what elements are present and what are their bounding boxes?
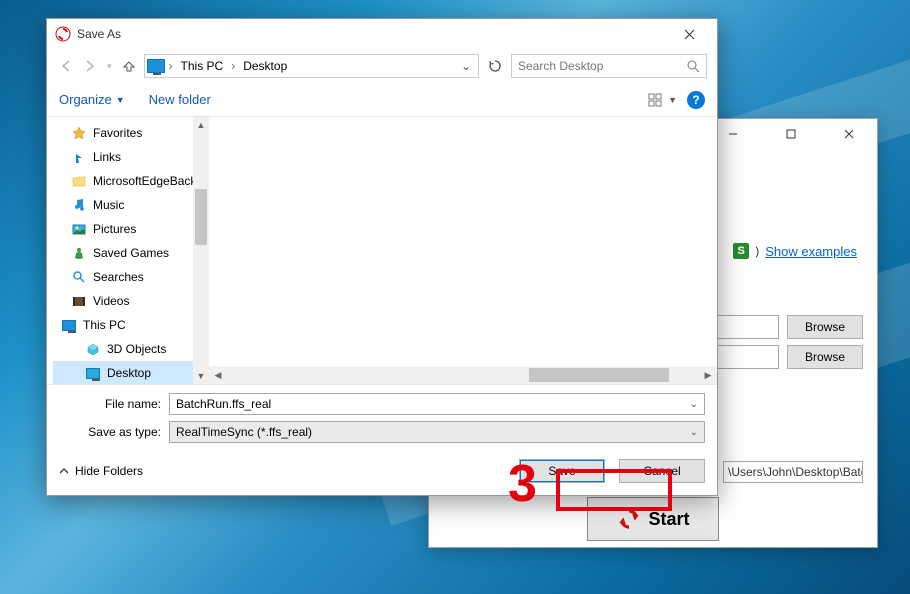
links-icon [71,149,87,165]
browse-button-2[interactable]: Browse [787,345,863,369]
nav-up-button[interactable] [120,57,138,75]
file-list[interactable] [209,117,717,366]
tree-item-links[interactable]: Links [53,145,209,169]
arrow-left-icon [59,59,73,73]
tree-item-favorites[interactable]: Favorites [53,121,209,145]
breadcrumb-chev-icon[interactable]: › [229,59,237,73]
chevron-up-icon [59,466,69,476]
file-list-hscroll[interactable]: ◀ ▶ [209,366,717,384]
nav-forward-button[interactable] [81,57,99,75]
this-pc-icon [61,317,77,333]
scroll-up-icon[interactable]: ▲ [193,117,209,133]
tree-item-label: Favorites [93,126,142,140]
tree-item-label: MicrosoftEdgeBack [93,174,196,188]
3d-objects-icon [85,341,101,357]
examples-icon: S [733,243,749,259]
music-icon [71,197,87,213]
tree-item-savedgames[interactable]: Saved Games [53,241,209,265]
desktop-icon [85,365,101,381]
tree-item-label: 3D Objects [107,342,166,356]
arrow-right-icon [83,59,97,73]
savetype-select[interactable]: RealTimeSync (*.ffs_real) ⌄ [169,421,705,443]
chevron-down-icon: ▼ [116,95,125,105]
search-icon [71,269,87,285]
search-input[interactable]: Search Desktop [511,54,707,78]
chevron-down-icon[interactable]: ▾ [105,61,114,72]
tree-item-searches[interactable]: Searches [53,265,209,289]
search-placeholder: Search Desktop [518,59,603,73]
browse-button-1[interactable]: Browse [787,315,863,339]
start-label: Start [648,509,689,530]
breadcrumb-leaf[interactable]: Desktop [239,59,291,73]
chevron-down-icon[interactable]: ⌄ [690,427,698,438]
tree-item-thispc[interactable]: This PC [53,313,209,337]
tree-item-label: Links [93,150,121,164]
scroll-left-icon[interactable]: ◀ [209,366,227,384]
breadcrumb-root[interactable]: This PC [177,59,228,73]
tree-item-label: Desktop [107,366,151,380]
chevron-down-icon: ▼ [668,95,677,105]
star-icon [71,125,87,141]
hide-folders-toggle[interactable]: Hide Folders [59,464,143,478]
organize-menu[interactable]: Organize ▼ [59,92,125,107]
help-button[interactable]: ? [687,91,705,109]
games-icon [71,245,87,261]
scroll-thumb[interactable] [195,189,207,245]
tree-item-label: Music [93,198,124,212]
this-pc-icon [147,59,165,73]
tree-item-desktop[interactable]: Desktop [53,361,209,384]
pictures-icon [71,221,87,237]
folder-icon [71,173,87,189]
maximize-button[interactable] [769,120,813,148]
address-bar[interactable]: › This PC › Desktop ⌄ [144,54,479,78]
savetype-label: Save as type: [59,425,169,439]
dialog-title: Save As [77,27,121,41]
view-options-button[interactable]: ▼ [648,93,677,107]
search-icon [687,60,700,73]
app-icon [55,26,71,42]
savetype-value: RealTimeSync (*.ffs_real) [176,425,312,439]
nav-back-button[interactable] [57,57,75,75]
view-icon [648,93,666,107]
tree-item-edgeback[interactable]: MicrosoftEdgeBack [53,169,209,193]
tree-item-label: Saved Games [93,246,169,260]
videos-icon [71,293,87,309]
save-as-dialog: Save As ▾ › This PC › Desktop ⌄ [46,18,718,496]
tree-item-3dobjects[interactable]: 3D Objects [53,337,209,361]
tree-item-music[interactable]: Music [53,193,209,217]
tree-item-label: Searches [93,270,144,284]
annotation-highlight [556,469,672,511]
arrow-up-icon [122,59,136,73]
scroll-down-icon[interactable]: ▼ [193,368,209,384]
chevron-down-icon[interactable]: ⌄ [690,399,698,410]
tree-item-label: This PC [83,318,126,332]
show-examples-link[interactable]: Show examples [765,244,857,259]
command-path-field[interactable]: \Users\John\Desktop\Batch [723,461,863,483]
close-icon [684,29,695,40]
filename-label: File name: [59,397,169,411]
filename-value: BatchRun.ffs_real [176,397,271,411]
nav-tree[interactable]: Favorites Links MicrosoftEdgeBack Music … [47,117,209,384]
tree-scrollbar[interactable]: ▲ ▼ [193,117,209,384]
tree-item-label: Pictures [93,222,136,236]
filename-input[interactable]: BatchRun.ffs_real ⌄ [169,393,705,415]
tree-item-label: Videos [93,294,129,308]
tree-item-pictures[interactable]: Pictures [53,217,209,241]
address-history-button[interactable]: ⌄ [458,59,474,73]
annotation-step-number: 3 [508,454,537,514]
refresh-icon [488,59,502,73]
scroll-right-icon[interactable]: ▶ [699,366,717,384]
breadcrumb-chev-icon[interactable]: › [167,59,175,73]
scroll-thumb[interactable] [529,368,669,382]
tree-item-videos[interactable]: Videos [53,289,209,313]
dialog-close-button[interactable] [669,22,709,46]
refresh-button[interactable] [485,56,505,76]
new-folder-button[interactable]: New folder [149,92,211,107]
close-button[interactable] [827,120,871,148]
